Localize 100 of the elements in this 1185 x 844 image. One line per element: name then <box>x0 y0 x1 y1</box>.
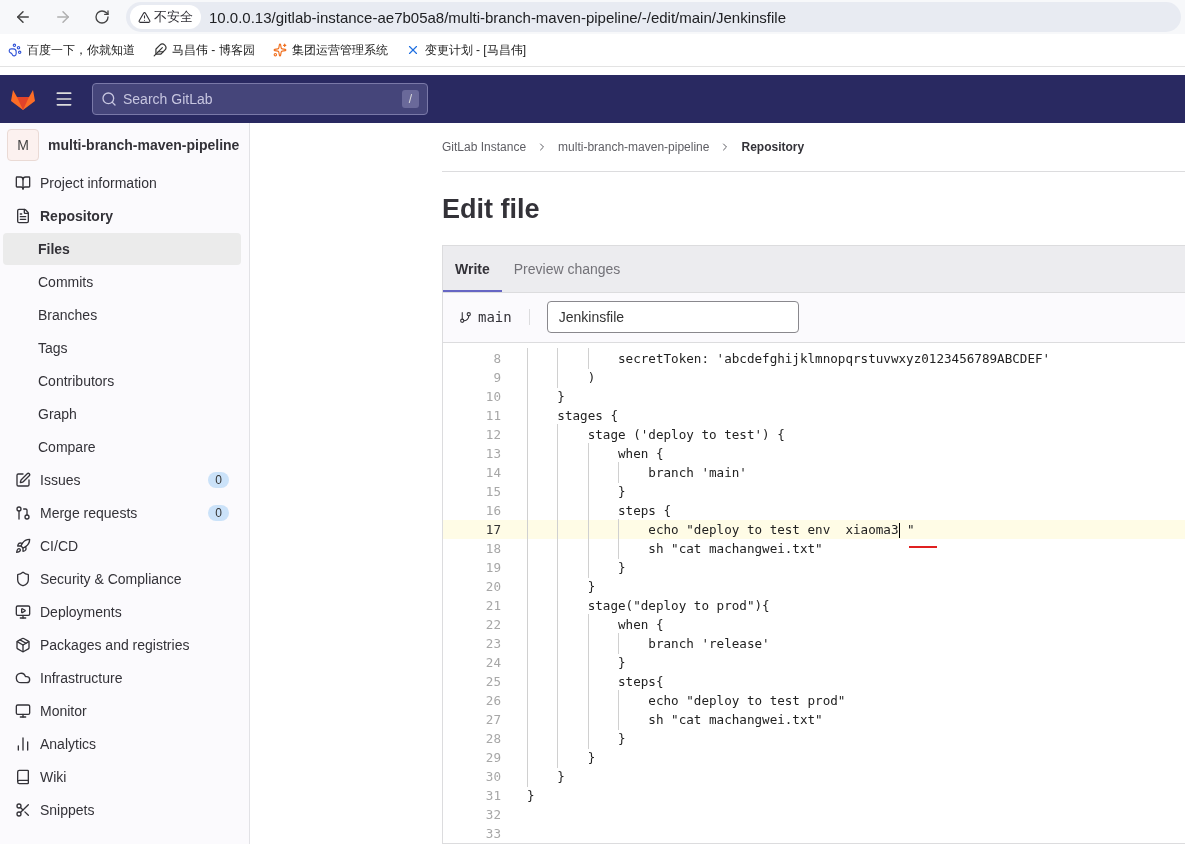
bookmark-link[interactable]: 马昌伟 - 博客园 <box>153 41 255 59</box>
code-line: } <box>527 655 626 670</box>
line-number: 8 <box>492 351 501 366</box>
sidebar-item[interactable]: Commits <box>3 266 241 298</box>
line-number: 13 <box>484 446 501 461</box>
shortcut-key: / <box>401 90 419 108</box>
line-number: 15 <box>484 484 501 499</box>
sidebar-item[interactable]: Analytics <box>3 728 241 760</box>
sidebar-item[interactable]: Monitor <box>3 695 241 727</box>
feather-icon <box>153 43 167 57</box>
sidebar-item[interactable]: Repository <box>3 200 241 232</box>
book-icon <box>15 175 31 191</box>
sidebar-item[interactable]: Issues 0 <box>3 464 241 496</box>
bookmark-link[interactable]: 集团运营管理系统 <box>272 41 388 59</box>
bookmark-link[interactable]: 百度一下，你就知道 <box>8 41 135 59</box>
paw-icon <box>8 43 22 57</box>
code-line: } <box>527 788 535 803</box>
address-bar[interactable]: 不安全 10.0.0.13/gitlab-instance-ae7b05a8/multi-branch-maven-pipeline/-/edit/main/Jenkinsfile <box>126 2 1181 32</box>
url-text: 10.0.0.13/gitlab-instance-ae7b05a8/multi-branch-maven-pipeline/-/edit/main/Jenkinsfile <box>209 8 786 26</box>
code-line: ) <box>527 370 596 385</box>
code-line: stage("deploy to prod"){ <box>527 598 770 613</box>
breadcrumb-link[interactable]: multi-branch-maven-pipeline <box>558 140 710 154</box>
security-badge[interactable]: 不安全 <box>130 5 201 29</box>
editor-tab[interactable]: Preview changes <box>501 246 633 292</box>
line-number: 30 <box>484 769 501 784</box>
code-line: echo "deploy to test env xiaoma3 " <box>527 521 915 538</box>
search-icon <box>101 91 117 107</box>
document-icon <box>15 208 31 224</box>
sidebar-item[interactable]: Tags <box>3 332 241 364</box>
shield-icon <box>15 571 31 587</box>
sidebar-item[interactable]: CI/CD <box>3 530 241 562</box>
code-line: sh "cat machangwei.txt" <box>527 712 823 727</box>
code-line: } <box>527 560 626 575</box>
sidebar-item[interactable]: Contributors <box>3 365 241 397</box>
line-number: 10 <box>484 389 501 404</box>
line-number: 12 <box>484 427 501 442</box>
issue-icon <box>15 472 31 488</box>
sidebar-item[interactable]: Compare <box>3 431 241 463</box>
text-cursor <box>898 522 900 538</box>
sidebar-item[interactable]: Snippets <box>3 794 241 826</box>
sidebar-item[interactable]: Project information <box>3 167 241 199</box>
code-line: secretToken: 'abcdefghijklmnopqrstuvwxyz0123456789ABCDEF' <box>527 351 1051 366</box>
line-number: 28 <box>484 731 501 746</box>
line-number: 32 <box>484 807 501 822</box>
code-line: stages { <box>527 408 618 423</box>
line-number: 14 <box>484 465 501 480</box>
branch-label: main <box>459 309 530 326</box>
branch-icon <box>459 310 472 324</box>
editor-tab[interactable]: Write <box>443 246 502 292</box>
breadcrumb-link[interactable]: GitLab Instance <box>442 140 527 154</box>
warning-icon <box>138 10 151 24</box>
line-number: 20 <box>484 579 501 594</box>
rocket-icon <box>15 538 31 554</box>
deploy-icon <box>15 604 31 620</box>
code-line: steps{ <box>527 674 664 689</box>
sidebar-item[interactable]: Files <box>3 233 241 265</box>
code-line: echo "deploy to test prod" <box>527 693 846 708</box>
wiki-book-icon <box>15 769 31 785</box>
line-number: 16 <box>484 503 501 518</box>
underline-annotation <box>908 544 937 549</box>
back-icon[interactable] <box>14 8 32 26</box>
search-field[interactable]: Search GitLab / <box>92 83 428 115</box>
code-line: stage ('deploy to test') { <box>527 427 785 442</box>
line-number: 21 <box>484 598 501 613</box>
breadcrumb-link[interactable]: Repository <box>741 140 805 154</box>
bar-chart-icon <box>15 736 31 752</box>
sidebar-item[interactable]: Security & Compliance <box>3 563 241 595</box>
file-name-field[interactable]: Jenkinsfile <box>546 301 799 334</box>
sidebar-item[interactable]: Infrastructure <box>3 662 241 694</box>
line-number: 9 <box>492 370 501 385</box>
code-line: } <box>527 389 565 404</box>
sidebar-item[interactable]: Deployments <box>3 596 241 628</box>
sidebar-item[interactable]: Wiki <box>3 761 241 793</box>
line-number: 25 <box>484 674 501 689</box>
monitor-icon <box>15 703 31 719</box>
sidebar-item[interactable]: Graph <box>3 398 241 430</box>
sidebar-item[interactable]: Branches <box>3 299 241 331</box>
code-line: branch 'release' <box>527 636 770 651</box>
sidebar-item[interactable]: Packages and registries <box>3 629 241 661</box>
package-icon <box>15 637 31 653</box>
reload-icon[interactable] <box>94 9 110 25</box>
line-number: 23 <box>484 636 501 651</box>
line-number: 18 <box>484 541 501 556</box>
code-line: } <box>527 484 626 499</box>
project-name[interactable]: multi-branch-maven-pipeline <box>48 137 240 153</box>
bookmark-link[interactable]: 变更计划 - [马昌伟] <box>405 41 526 59</box>
count-badge: 0 <box>208 505 229 521</box>
project-avatar[interactable]: M <box>7 129 39 161</box>
code-line: } <box>527 579 596 594</box>
line-number: 33 <box>484 826 501 841</box>
sidebar-item[interactable]: Merge requests 0 <box>3 497 241 529</box>
line-number: 26 <box>484 693 501 708</box>
code-line: sh "cat machangwei.txt" <box>527 541 823 556</box>
count-badge: 0 <box>208 472 229 488</box>
code-line: branch 'main' <box>527 465 747 480</box>
cloud-icon <box>15 670 31 686</box>
menu-icon[interactable] <box>54 89 74 109</box>
page-title: Edit file <box>442 194 541 225</box>
line-number: 19 <box>484 560 501 575</box>
scissors-icon <box>15 802 31 818</box>
